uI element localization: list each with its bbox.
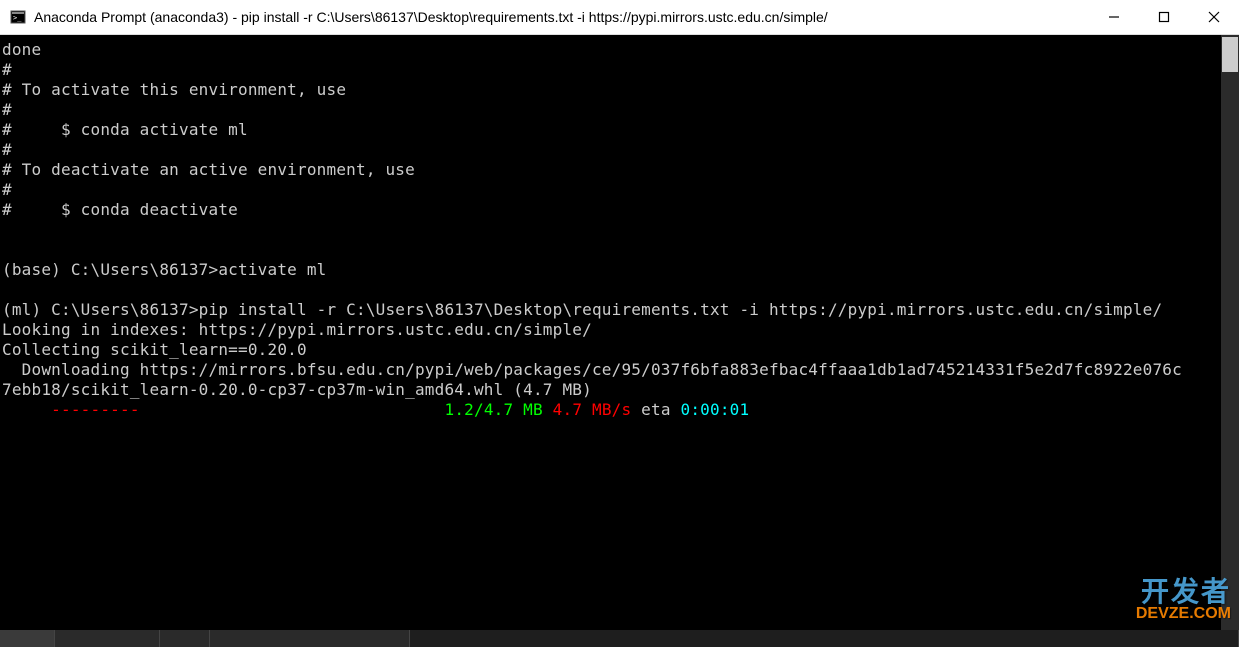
terminal-segment: eta: [631, 400, 680, 419]
close-button[interactable]: [1189, 0, 1239, 34]
scrollbar-track[interactable]: [1221, 35, 1239, 630]
terminal-segment: #: [2, 180, 12, 199]
terminal-content: done## To activate this environment, use…: [0, 35, 1239, 425]
terminal-segment: 7ebb18/scikit_learn-0.20.0-cp37-cp37m-wi…: [2, 380, 592, 399]
terminal-segment: (ml) C:\Users\86137>pip install -r C:\Us…: [2, 300, 1162, 319]
terminal-segment: Looking in indexes: https://pypi.mirrors…: [2, 320, 592, 339]
terminal-line: [2, 220, 1237, 240]
terminal-line: Looking in indexes: https://pypi.mirrors…: [2, 320, 1237, 340]
terminal-segment: [543, 400, 553, 419]
terminal-segment: [2, 400, 51, 419]
terminal-segment: # $ conda activate ml: [2, 120, 248, 139]
terminal-segment: done: [2, 40, 41, 59]
maximize-button[interactable]: [1139, 0, 1189, 34]
terminal-line: #: [2, 180, 1237, 200]
terminal-line: Downloading https://mirrors.bfsu.edu.cn/…: [2, 360, 1237, 380]
terminal-line: done: [2, 40, 1237, 60]
window-title: Anaconda Prompt (anaconda3) - pip instal…: [34, 9, 828, 25]
terminal-segment: 0:00:01: [681, 400, 750, 419]
terminal-area[interactable]: done## To activate this environment, use…: [0, 35, 1239, 630]
background-taskbar: [0, 630, 1239, 647]
terminal-segment: # To activate this environment, use: [2, 80, 346, 99]
terminal-line: 7ebb18/scikit_learn-0.20.0-cp37-cp37m-wi…: [2, 380, 1237, 400]
terminal-line: # To activate this environment, use: [2, 80, 1237, 100]
titlebar-left: >_ Anaconda Prompt (anaconda3) - pip ins…: [0, 9, 1089, 25]
terminal-line: [2, 240, 1237, 260]
terminal-segment: # To deactivate an active environment, u…: [2, 160, 415, 179]
terminal-segment: Collecting scikit_learn==0.20.0: [2, 340, 307, 359]
terminal-line: # $ conda activate ml: [2, 120, 1237, 140]
terminal-window: >_ Anaconda Prompt (anaconda3) - pip ins…: [0, 0, 1239, 630]
terminal-segment: 4.7 MB/s: [553, 400, 632, 419]
titlebar: >_ Anaconda Prompt (anaconda3) - pip ins…: [0, 0, 1239, 35]
app-icon: >_: [10, 9, 26, 25]
terminal-segment: Downloading https://mirrors.bfsu.edu.cn/…: [2, 360, 1182, 379]
terminal-segment: #: [2, 100, 12, 119]
terminal-line: # To deactivate an active environment, u…: [2, 160, 1237, 180]
scrollbar-thumb[interactable]: [1222, 37, 1238, 72]
terminal-segment: #: [2, 60, 12, 79]
terminal-segment: #: [2, 140, 12, 159]
terminal-segment: [140, 400, 445, 419]
terminal-line: [2, 280, 1237, 300]
terminal-segment: # $ conda deactivate: [2, 200, 238, 219]
terminal-line: (base) C:\Users\86137>activate ml: [2, 260, 1237, 280]
terminal-line: # $ conda deactivate: [2, 200, 1237, 220]
terminal-segment: 1.2/4.7 MB: [445, 400, 543, 419]
terminal-line: #: [2, 60, 1237, 80]
terminal-line: #: [2, 140, 1237, 160]
svg-text:>_: >_: [13, 14, 22, 22]
terminal-line: Collecting scikit_learn==0.20.0: [2, 340, 1237, 360]
terminal-segment: ---------: [51, 400, 140, 419]
terminal-line: (ml) C:\Users\86137>pip install -r C:\Us…: [2, 300, 1237, 320]
terminal-segment: (base) C:\Users\86137>activate ml: [2, 260, 326, 279]
terminal-line: #: [2, 100, 1237, 120]
terminal-line: --------- 1.2/4.7 MB 4.7 MB/s eta 0:00:0…: [2, 400, 1237, 420]
titlebar-buttons: [1089, 0, 1239, 34]
minimize-button[interactable]: [1089, 0, 1139, 34]
